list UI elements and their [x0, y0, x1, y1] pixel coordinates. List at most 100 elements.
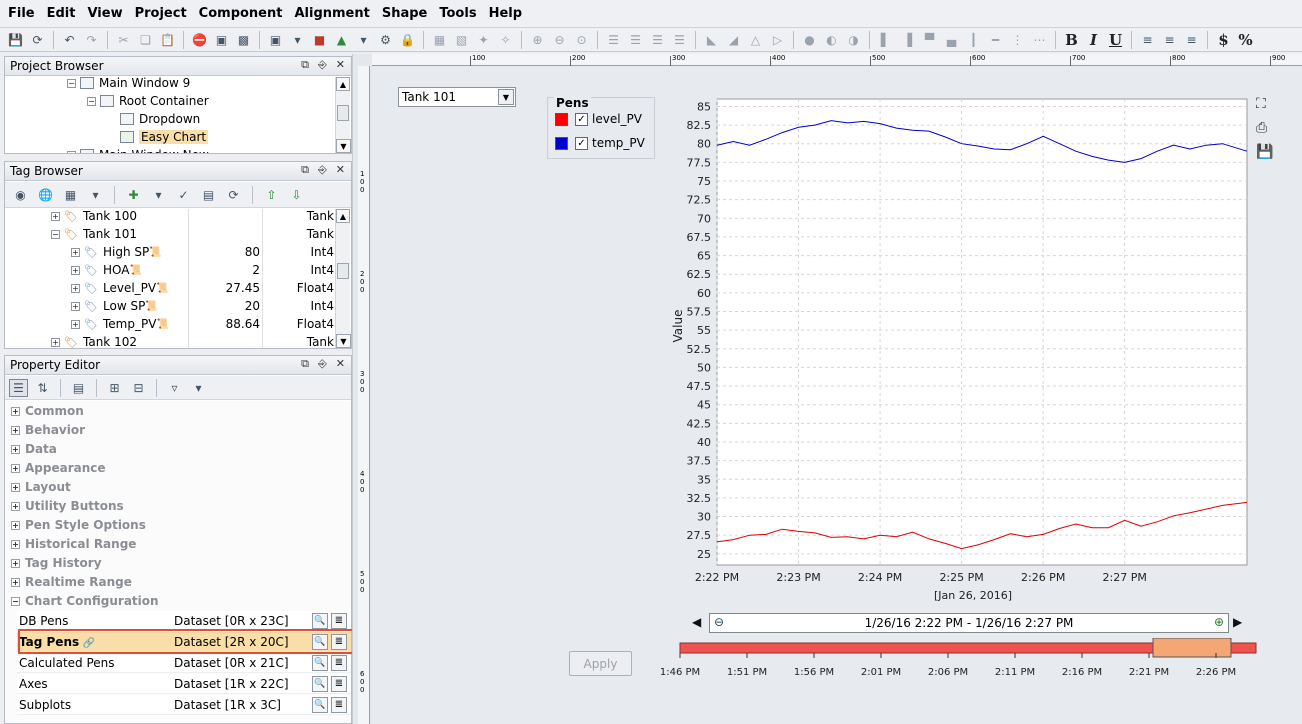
expand-icon[interactable]: + [11, 444, 20, 454]
range-right-arrow[interactable]: ▶ [1233, 615, 1242, 629]
distribute2-icon[interactable]: ⋯ [1030, 31, 1049, 49]
print-icon[interactable]: ⎙ [1256, 120, 1273, 136]
script-icon[interactable]: ⚙ [376, 31, 395, 49]
tag-row[interactable]: − 🏷 Tank 101 Tank [5, 225, 335, 243]
range-left-arrow[interactable]: ◀ [692, 615, 701, 629]
component-icon[interactable]: ▲ [332, 31, 351, 49]
expand-icon[interactable]: + [11, 539, 20, 549]
tag-row[interactable]: + 🏷 Level_PV 📜 27.45 Float4 [5, 279, 335, 297]
underline-icon[interactable]: U [1106, 31, 1125, 49]
zoom-fit-icon[interactable]: ⊙ [572, 31, 591, 49]
copy-icon[interactable]: ❏ [136, 31, 155, 49]
property-row[interactable]: Axes Dataset [1R x 22C] 🔍 ≣ [17, 674, 351, 694]
magic-icon[interactable]: ✦ [474, 31, 493, 49]
align-top-icon[interactable]: ▀ [920, 31, 939, 49]
property-row[interactable]: DB Pens Dataset [0R x 23C] 🔍 ≣ [17, 611, 351, 631]
tag-row[interactable]: + 🏷 Tank 100 Tank [5, 209, 335, 225]
dropdown-arrow-icon[interactable]: ▾ [149, 186, 168, 204]
menu-item-tools[interactable]: Tools [435, 6, 484, 21]
order-forward-icon[interactable]: ☰ [626, 31, 645, 49]
expand-all-icon[interactable]: ⊞ [105, 379, 124, 397]
order-backward-icon[interactable]: ☰ [648, 31, 667, 49]
database-icon[interactable]: ≣ [331, 654, 347, 671]
tag-browser-scrollbar[interactable]: ▲ ▼ [335, 209, 351, 348]
add-tag-icon[interactable]: ✚ [124, 186, 143, 204]
overview-window-handle[interactable] [1152, 638, 1232, 658]
dropdown-arrow-icon[interactable]: ▾ [86, 186, 105, 204]
order-back-icon[interactable]: ☰ [670, 31, 689, 49]
project-tree-item[interactable]: − Main Window New [67, 146, 209, 153]
view-dataset-icon[interactable]: 🔍 [312, 654, 328, 671]
collapse-icon[interactable]: − [11, 596, 20, 606]
close-icon[interactable]: ✕ [336, 163, 345, 177]
property-category[interactable]: + Layout [11, 478, 71, 496]
currency-format-icon[interactable]: $ [1214, 31, 1233, 49]
overview-timeline[interactable]: 1:46 PM 1:51 PM 1:56 PM 2:01 PM 2:06 PM 2:11 … [650, 638, 1270, 682]
close-icon[interactable]: ✕ [336, 357, 345, 371]
percent-format-icon[interactable]: % [1236, 31, 1255, 49]
float-icon[interactable]: ⧉ [301, 163, 309, 177]
database-icon[interactable]: ≣ [331, 675, 347, 692]
menu-item-edit[interactable]: Edit [43, 6, 84, 21]
comm-off-icon[interactable]: ⛔ [190, 31, 209, 49]
save-icon[interactable]: 💾 [1256, 144, 1273, 160]
expand-icon[interactable]: + [51, 337, 60, 347]
pin-icon[interactable]: ⎆ [318, 357, 327, 371]
float-icon[interactable]: ⧉ [301, 58, 309, 72]
sort-alpha-icon[interactable]: ⇅ [33, 379, 52, 397]
property-category[interactable]: + Appearance [11, 459, 106, 477]
italic-icon[interactable]: I [1084, 31, 1103, 49]
menu-item-component[interactable]: Component [195, 6, 291, 21]
tag-row[interactable]: + 🏷 Tank 102 Tank [5, 333, 335, 348]
tag-row[interactable]: + 🏷 HOA 📜 2 Int4 [5, 261, 335, 279]
scroll-thumb[interactable] [337, 105, 349, 121]
database-icon[interactable]: ≣ [331, 612, 347, 629]
dropdown-arrow-icon[interactable]: ▾ [288, 31, 307, 49]
expand-icon[interactable]: + [11, 463, 20, 473]
undo-icon[interactable]: ↶ [60, 31, 79, 49]
align-left-icon[interactable]: ▌ [876, 31, 895, 49]
categorized-view-icon[interactable]: ☰ [9, 378, 28, 397]
binoculars-icon[interactable]: ◉ [11, 186, 30, 204]
expand-icon[interactable]: + [11, 577, 20, 587]
zoom-out-icon[interactable]: ⊖ [714, 615, 724, 629]
menu-item-view[interactable]: View [83, 6, 130, 21]
dropdown-arrow-icon[interactable]: ▾ [189, 379, 208, 397]
pen-checkbox[interactable]: ✓ [575, 136, 588, 150]
project-browser-scrollbar[interactable]: ▲ ▼ [335, 77, 351, 153]
property-category[interactable]: + Data [11, 440, 57, 458]
view-dataset-icon[interactable]: 🔍 [312, 612, 328, 629]
comm-read-icon[interactable]: ▣ [212, 31, 231, 49]
expand-icon[interactable]: + [11, 425, 20, 435]
refresh-tags-icon[interactable]: ⟳ [224, 186, 243, 204]
project-tree-item[interactable]: Dropdown [107, 110, 200, 128]
property-row[interactable]: Subplots Dataset [1R x 3C] 🔍 ≣ [17, 695, 351, 715]
tank-dropdown[interactable]: Tank 101 ▼ [398, 87, 516, 107]
scroll-thumb[interactable] [337, 263, 349, 279]
flip-v-icon[interactable]: ▷ [768, 31, 787, 49]
export-icon[interactable]: ⇧ [262, 186, 281, 204]
preview-mode-icon[interactable]: ■ [310, 31, 329, 49]
text-align-right-icon[interactable]: ≡ [1182, 31, 1201, 49]
property-category-open[interactable]: − Chart Configuration [11, 592, 159, 610]
pin-icon[interactable]: ⎆ [318, 163, 327, 177]
zoom-fit-icon[interactable]: ⛶ [1256, 96, 1273, 112]
globe-icon[interactable]: 🌐 [36, 186, 55, 204]
expand-icon[interactable]: + [11, 558, 20, 568]
expand-icon[interactable]: + [71, 319, 80, 329]
align-right-icon[interactable]: ▐ [898, 31, 917, 49]
property-category[interactable]: + Tag History [11, 554, 102, 572]
project-tree-item[interactable]: − Root Container [87, 92, 209, 110]
text-align-left-icon[interactable]: ≡ [1138, 31, 1157, 49]
property-category[interactable]: + Pen Style Options [11, 516, 146, 534]
property-category[interactable]: + Behavior [11, 421, 85, 439]
database-icon[interactable]: ≣ [331, 696, 347, 713]
align-bottom-icon[interactable]: ▄ [942, 31, 961, 49]
project-tree-item[interactable]: − Main Window 9 [67, 77, 190, 92]
redo-icon[interactable]: ↷ [82, 31, 101, 49]
range-bar[interactable]: ⊖ 1/26/16 2:22 PM - 1/26/16 2:27 PM ⊕ [709, 613, 1229, 633]
expand-icon[interactable]: + [11, 482, 20, 492]
menu-item-project[interactable]: Project [131, 6, 195, 21]
expand-icon[interactable]: + [11, 501, 20, 511]
close-icon[interactable]: ✕ [336, 58, 345, 72]
